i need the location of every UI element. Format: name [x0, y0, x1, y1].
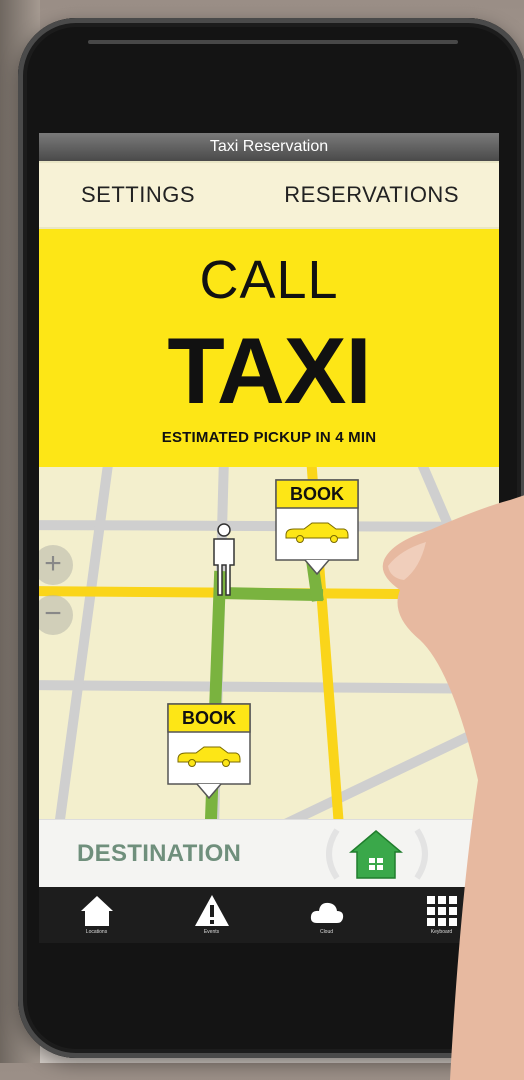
nav-cloud[interactable]: Cloud [287, 887, 367, 943]
call-label: CALL [199, 250, 339, 310]
nav-label: Events [203, 929, 220, 935]
estimated-pickup-text: ESTIMATED PICKUP IN 4 MIN [161, 429, 377, 446]
user-location-icon [213, 523, 235, 596]
nav-locations[interactable]: Locations [57, 887, 137, 943]
destination-label: DESTINATION [77, 840, 242, 867]
phone-speaker [88, 40, 458, 44]
book-taxi-marker[interactable]: BOOK [167, 703, 251, 799]
taxi-label: TAXI [167, 318, 371, 423]
tab-settings[interactable]: SETTINGS [81, 182, 195, 208]
book-taxi-marker[interactable]: BOOK [275, 479, 359, 575]
taxi-car-icon [177, 746, 241, 767]
tab-reservations[interactable]: RESERVATIONS [284, 182, 459, 208]
cloud-icon [310, 902, 343, 923]
app-title-bar: Taxi Reservation [39, 133, 499, 161]
app-title: Taxi Reservation [209, 138, 329, 155]
top-tab-bar: SETTINGS RESERVATIONS [39, 163, 499, 227]
warning-icon [194, 895, 229, 926]
book-label: BOOK [182, 708, 236, 728]
book-label: BOOK [290, 484, 344, 504]
nav-label: Cloud [319, 929, 334, 935]
house-icon [80, 896, 113, 926]
zoom-in-icon: + [44, 547, 62, 580]
nav-events[interactable]: Events [172, 887, 252, 943]
taxi-car-icon [285, 522, 349, 543]
call-taxi-button[interactable]: CALL TAXI ESTIMATED PICKUP IN 4 MIN [39, 229, 499, 467]
zoom-out-icon: − [44, 597, 62, 630]
hand-finger [382, 495, 524, 1080]
nav-label: Locations [85, 929, 108, 935]
